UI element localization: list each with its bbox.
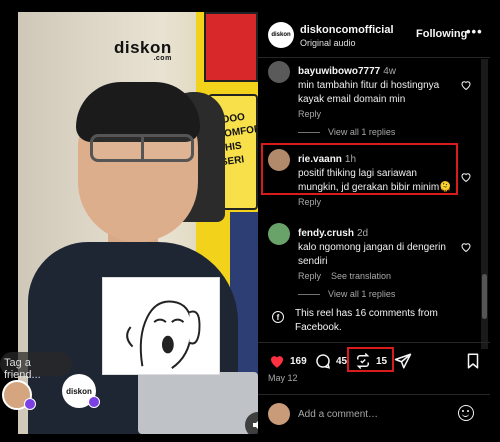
- reply-button[interactable]: Reply: [298, 197, 321, 207]
- repost-button[interactable]: 15: [354, 352, 387, 370]
- speaker-muted-icon: [253, 421, 258, 429]
- comment-username[interactable]: rie.vaann: [298, 154, 342, 165]
- poster-red: [204, 12, 258, 82]
- comment-age: 4w: [383, 66, 397, 77]
- bookmark-icon: [467, 353, 479, 369]
- audio-label[interactable]: Original audio: [300, 38, 356, 48]
- reply-button[interactable]: Reply: [298, 271, 321, 281]
- comments-panel: diskon diskoncomofficial Original audio …: [258, 12, 490, 434]
- like-comment-icon[interactable]: [460, 241, 472, 253]
- like-comment-icon[interactable]: [460, 171, 472, 183]
- comment-username[interactable]: fendy.crush: [298, 228, 354, 239]
- glasses: [90, 134, 194, 162]
- laptop: [138, 372, 258, 434]
- tag-badge-icon: [24, 398, 36, 410]
- comment-avatar[interactable]: [268, 223, 290, 245]
- add-comment-row: [258, 394, 490, 434]
- view-replies-link[interactable]: View all 1 replies: [298, 289, 395, 299]
- add-comment-input[interactable]: [298, 405, 448, 423]
- tag-friend-input[interactable]: Tag a friend...: [0, 352, 72, 381]
- following-button[interactable]: Following: [416, 28, 467, 40]
- facebook-note-text: This reel has 16 comments from Facebook.: [295, 308, 438, 333]
- meme-face-icon: [126, 300, 201, 369]
- more-options-icon[interactable]: •••: [466, 24, 483, 39]
- see-translation-link[interactable]: See translation: [331, 271, 391, 281]
- like-comment-icon[interactable]: [460, 79, 472, 91]
- post-date: May 12: [268, 373, 298, 383]
- comment-text: kalo ngomong jangan di dengerin sendiri: [298, 242, 446, 267]
- comment-button[interactable]: 45: [314, 352, 347, 370]
- comment-bubble-icon: [316, 354, 331, 369]
- post-header: diskon diskoncomofficial Original audio …: [258, 12, 490, 58]
- comment-text: min tambahin fitur di hostingnya kayak e…: [298, 80, 440, 105]
- view-replies-link[interactable]: View all 1 replies: [298, 127, 395, 137]
- comment-age: 1h: [344, 154, 357, 165]
- comment-avatar[interactable]: [268, 149, 290, 171]
- facebook-icon: f: [272, 311, 284, 323]
- send-icon: [394, 353, 412, 369]
- comment-age: 2d: [356, 228, 369, 239]
- like-button[interactable]: 169: [268, 352, 307, 370]
- comment-text: positif thiking lagi sariawan mungkin, j…: [298, 168, 452, 193]
- current-user-avatar: [268, 403, 290, 425]
- brand-watermark: diskon .com: [114, 38, 172, 62]
- comments-scrollbar[interactable]: [481, 59, 488, 349]
- meme-sticker: [102, 277, 220, 375]
- action-bar: 169 45 15 May 12: [258, 342, 490, 388]
- comment-username[interactable]: bayuwibowo7777: [298, 66, 380, 77]
- save-button[interactable]: [464, 352, 486, 370]
- heart-filled-icon: [271, 356, 283, 368]
- comments-count: 45: [336, 355, 348, 367]
- scrollbar-thumb[interactable]: [482, 274, 487, 319]
- reply-button[interactable]: Reply: [298, 109, 321, 119]
- reposts-count: 15: [376, 355, 388, 367]
- author-username[interactable]: diskoncomofficial: [300, 24, 394, 36]
- share-button[interactable]: [394, 352, 416, 370]
- person-hair: [76, 82, 200, 142]
- comment-avatar[interactable]: [268, 61, 290, 83]
- comment-list: bayuwibowo7777 4w min tambahin fitur di h…: [258, 59, 490, 349]
- emoji-icon[interactable]: [458, 405, 474, 421]
- repost-icon: [356, 352, 370, 370]
- likes-count: 169: [290, 355, 307, 367]
- reel-viewer: SOOO COMFORT THIS SERI diskon .com Tag a…: [0, 0, 500, 442]
- tag-badge-icon: [88, 396, 100, 408]
- author-avatar[interactable]: diskon: [268, 22, 294, 48]
